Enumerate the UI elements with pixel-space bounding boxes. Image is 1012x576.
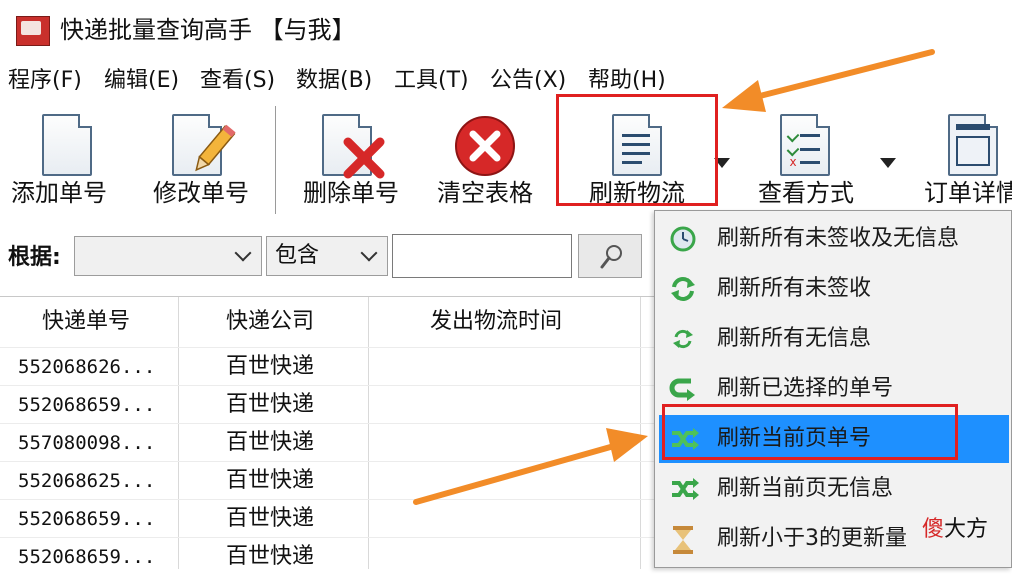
watermark-prefix: 傻 xyxy=(922,517,945,542)
watermark: 傻大方 xyxy=(922,515,988,545)
annotation-arrows xyxy=(413,49,935,505)
arrow-to-current-page-item xyxy=(413,428,648,505)
watermark-suffix: 大方 xyxy=(944,517,989,542)
arrow-to-refresh-button xyxy=(722,49,935,112)
